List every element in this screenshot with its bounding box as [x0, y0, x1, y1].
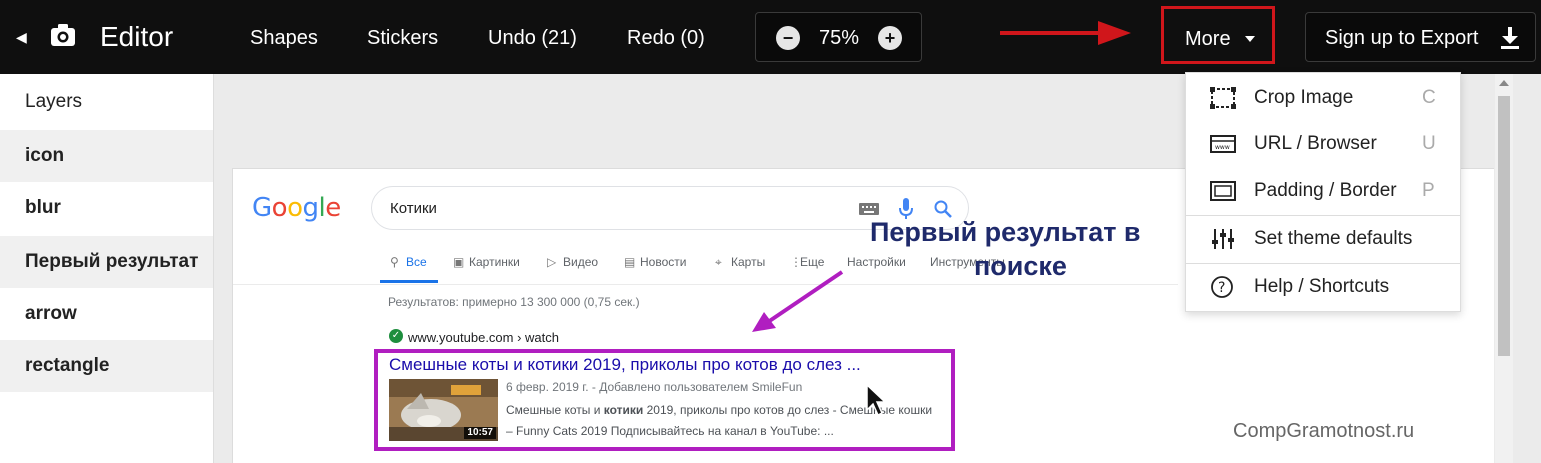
svg-text:?: ? — [1218, 280, 1225, 296]
chevron-down-icon — [1245, 36, 1255, 42]
menu-item-crop[interactable]: Crop Image C — [1186, 75, 1460, 121]
search-icon: ⚲ — [390, 255, 399, 269]
layer-item-arrow[interactable]: arrow — [0, 288, 213, 340]
image-icon: ▣ — [453, 255, 465, 269]
mouse-cursor-icon — [866, 384, 887, 417]
annotation-line: Первый результат в — [870, 217, 1141, 247]
pin-icon: ⌖ — [715, 255, 722, 269]
help-icon: ? — [1211, 276, 1233, 298]
logo-letter: G — [252, 193, 272, 223]
google-logo: Google — [252, 192, 341, 224]
tab-label: Видео — [563, 255, 599, 269]
top-toolbar: ◀ Editor Shapes Stickers Undo (21) Redo … — [0, 0, 1541, 74]
export-label: Sign up to Export — [1325, 27, 1479, 49]
tab-label: Все — [406, 255, 427, 269]
watermark: CompGramotnost.ru — [1233, 420, 1415, 442]
video-duration: 10:57 — [464, 427, 496, 439]
app-title: Editor — [100, 21, 174, 52]
crop-icon — [1210, 87, 1236, 109]
more-button[interactable]: More — [1161, 6, 1275, 64]
export-button[interactable]: Sign up to Export — [1305, 12, 1536, 62]
border-icon — [1210, 181, 1236, 201]
layers-title: Layers — [25, 91, 83, 112]
annotation-text[interactable]: Первый результат в поиске — [870, 215, 1190, 283]
redo-button[interactable]: Redo (0) — [627, 26, 705, 50]
annotation-line: поиске — [974, 251, 1067, 281]
tab-label: Картинки — [469, 255, 520, 269]
chevron-left-icon[interactable]: ◀ — [16, 26, 36, 48]
keyboard-icon — [859, 203, 879, 215]
logo-letter: e — [325, 193, 341, 223]
menu-item-label: Set theme defaults — [1254, 228, 1413, 249]
logo-letter: o — [271, 193, 288, 223]
logo-letter: g — [302, 193, 320, 223]
snippet-text: Смешные коты и — [506, 403, 604, 417]
svg-text:www: www — [1215, 144, 1230, 151]
menu-item-url-browser[interactable]: www URL / Browser U — [1186, 121, 1460, 167]
layer-item-icon[interactable]: icon — [0, 130, 213, 182]
zoom-level: 75% — [818, 27, 860, 49]
red-pointer-arrow — [1000, 21, 1131, 45]
undo-button[interactable]: Undo (21) — [488, 26, 577, 50]
result-title: Смешные коты и котики 2019, приколы про … — [389, 355, 861, 374]
zoom-control: − 75% + — [755, 12, 922, 62]
tab-images: ▣ Картинки — [453, 254, 520, 270]
divider — [233, 284, 1178, 285]
search-query: Котики — [390, 200, 437, 217]
shortcut-key: C — [1422, 87, 1436, 108]
menu-item-label: Help / Shortcuts — [1254, 276, 1390, 297]
results-count: Результатов: примерно 13 300 000 (0,75 с… — [388, 295, 640, 309]
tab-news: ▤ Новости — [624, 254, 686, 270]
zoom-in-button[interactable]: + — [878, 26, 902, 50]
shapes-button[interactable]: Shapes — [250, 26, 318, 50]
snippet-bold: котики — [603, 403, 644, 417]
result-date: 6 февр. 2019 г. - Добавлено пользователе… — [506, 380, 803, 394]
result-url: www.youtube.com › watch — [408, 330, 560, 345]
tab-label: Новости — [640, 255, 687, 269]
scroll-up-icon[interactable] — [1499, 80, 1509, 86]
layer-item-text[interactable]: Первый результат — [0, 236, 213, 288]
menu-item-padding-border[interactable]: Padding / Border P — [1186, 168, 1460, 214]
layer-item-rectangle[interactable]: rectangle — [0, 340, 213, 392]
layers-panel: Layers icon blur Первый результат arrow … — [0, 74, 214, 463]
download-icon — [1501, 27, 1519, 49]
tab-all: ⚲ Все — [390, 254, 427, 270]
sliders-icon — [1212, 229, 1234, 249]
menu-item-theme-defaults[interactable]: Set theme defaults — [1186, 216, 1460, 262]
menu-item-label: URL / Browser — [1254, 133, 1377, 154]
tab-video: ▷ Видео — [547, 254, 598, 270]
zoom-out-button[interactable]: − — [776, 26, 800, 50]
video-thumbnail: 10:57 — [389, 379, 498, 441]
logo-letter: o — [287, 193, 303, 223]
scrollbar-thumb[interactable] — [1498, 96, 1510, 356]
purple-pointer-arrow[interactable] — [750, 266, 850, 336]
shortcut-key: P — [1422, 180, 1435, 201]
menu-item-help[interactable]: ? Help / Shortcuts — [1186, 264, 1460, 310]
verified-check-icon: ✓ — [389, 329, 403, 343]
menu-item-label: Padding / Border — [1254, 180, 1397, 201]
news-icon: ▤ — [624, 255, 636, 269]
browser-icon: www — [1210, 135, 1236, 153]
active-tab-underline — [380, 280, 438, 283]
more-menu: Crop Image C www URL / Browser U Padding… — [1185, 72, 1461, 312]
camera-icon[interactable] — [50, 22, 76, 48]
stickers-button[interactable]: Stickers — [367, 26, 438, 50]
play-icon: ▷ — [547, 255, 557, 269]
menu-item-label: Crop Image — [1254, 87, 1354, 108]
shortcut-key: U — [1422, 133, 1436, 154]
layer-item-blur[interactable]: blur — [0, 182, 213, 234]
more-label: More — [1185, 28, 1231, 50]
